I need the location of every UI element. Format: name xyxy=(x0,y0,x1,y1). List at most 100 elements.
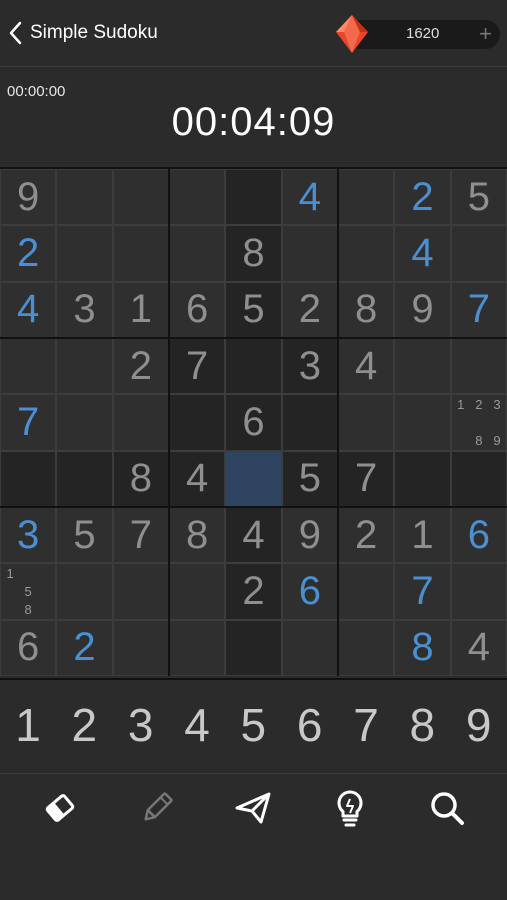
number-pad-3[interactable]: 3 xyxy=(113,698,169,752)
board-cell-r2c2[interactable] xyxy=(56,225,113,282)
board-cell-r6c7[interactable]: 7 xyxy=(338,450,395,507)
board-cell-r6c6[interactable]: 5 xyxy=(281,450,338,507)
board-cell-r3c4[interactable]: 6 xyxy=(169,281,226,338)
board-cell-r4c4[interactable]: 7 xyxy=(169,338,226,395)
board-cell-r1c2[interactable] xyxy=(56,169,113,226)
board-cell-r9c5[interactable] xyxy=(225,619,282,676)
board-cell-r9c4[interactable] xyxy=(169,619,226,676)
board-cell-r7c6[interactable]: 9 xyxy=(281,507,338,564)
board-cell-r6c9[interactable] xyxy=(450,450,507,507)
board-cell-r7c4[interactable]: 8 xyxy=(169,507,226,564)
cell-value: 9 xyxy=(17,174,40,219)
board-cell-r8c9[interactable] xyxy=(450,563,507,620)
number-pad-7[interactable]: 7 xyxy=(338,698,394,752)
board-cell-r9c6[interactable] xyxy=(281,619,338,676)
board-cell-r2c6[interactable] xyxy=(281,225,338,282)
board-cell-r6c3[interactable]: 8 xyxy=(112,450,169,507)
board-cell-r9c8[interactable]: 8 xyxy=(394,619,451,676)
number-pad-9[interactable]: 9 xyxy=(451,698,507,752)
number-pad-6[interactable]: 6 xyxy=(282,698,338,752)
board-cell-r8c2[interactable] xyxy=(56,563,113,620)
number-pad-8[interactable]: 8 xyxy=(394,698,450,752)
board-cell-r4c7[interactable]: 4 xyxy=(338,338,395,395)
number-pad-2[interactable]: 2 xyxy=(56,698,112,752)
board-cell-r3c2[interactable]: 3 xyxy=(56,281,113,338)
board-cell-r7c7[interactable]: 2 xyxy=(338,507,395,564)
number-pad-5[interactable]: 5 xyxy=(225,698,281,752)
board-cell-r9c9[interactable]: 4 xyxy=(450,619,507,676)
board-cell-r8c5[interactable]: 2 xyxy=(225,563,282,620)
board-cell-r1c5[interactable] xyxy=(225,169,282,226)
board-cell-r8c7[interactable] xyxy=(338,563,395,620)
board-cell-r9c3[interactable] xyxy=(112,619,169,676)
board-cell-r2c1[interactable]: 2 xyxy=(0,225,57,282)
board-cell-r3c5[interactable]: 5 xyxy=(225,281,282,338)
board-cell-r4c8[interactable] xyxy=(394,338,451,395)
board-cell-r2c5[interactable]: 8 xyxy=(225,225,282,282)
board-cell-r7c3[interactable]: 7 xyxy=(112,507,169,564)
board-cell-r3c8[interactable]: 9 xyxy=(394,281,451,338)
board-cell-r8c1[interactable]: 15 8 xyxy=(0,563,57,620)
board-cell-r8c3[interactable] xyxy=(112,563,169,620)
search-icon[interactable] xyxy=(427,788,467,828)
board-cell-r4c6[interactable]: 3 xyxy=(281,338,338,395)
board-cell-r3c9[interactable]: 7 xyxy=(450,281,507,338)
board-cell-r5c6[interactable] xyxy=(281,394,338,451)
board-cell-r2c4[interactable] xyxy=(169,225,226,282)
board-cell-r8c6[interactable]: 6 xyxy=(281,563,338,620)
board-cell-r4c2[interactable] xyxy=(56,338,113,395)
note-mark xyxy=(1,601,19,619)
board-cell-r9c2[interactable]: 2 xyxy=(56,619,113,676)
board-cell-r1c7[interactable] xyxy=(338,169,395,226)
board-cell-r2c8[interactable]: 4 xyxy=(394,225,451,282)
board-cell-r4c9[interactable] xyxy=(450,338,507,395)
board-cell-r7c5[interactable]: 4 xyxy=(225,507,282,564)
board-cell-r6c2[interactable] xyxy=(56,450,113,507)
board-cell-r4c5[interactable] xyxy=(225,338,282,395)
board-cell-r1c4[interactable] xyxy=(169,169,226,226)
board-cell-r2c3[interactable] xyxy=(112,225,169,282)
board-cell-r6c5[interactable] xyxy=(225,450,282,507)
board-cell-r4c3[interactable]: 2 xyxy=(112,338,169,395)
board-cell-r1c3[interactable] xyxy=(112,169,169,226)
board-cell-r7c9[interactable]: 6 xyxy=(450,507,507,564)
number-pad-1[interactable]: 1 xyxy=(0,698,56,752)
board-cell-r3c3[interactable]: 1 xyxy=(112,281,169,338)
board-cell-r5c2[interactable] xyxy=(56,394,113,451)
board-cell-r5c7[interactable] xyxy=(338,394,395,451)
coin-balance[interactable]: 1620 + xyxy=(346,20,500,49)
board-cell-r2c9[interactable] xyxy=(450,225,507,282)
board-cell-r5c8[interactable] xyxy=(394,394,451,451)
board-cell-r5c3[interactable] xyxy=(112,394,169,451)
board-cell-r1c6[interactable]: 4 xyxy=(281,169,338,226)
add-coins-button[interactable]: + xyxy=(479,21,492,47)
pencil-icon[interactable] xyxy=(137,788,177,828)
hint-bulb-icon[interactable] xyxy=(330,788,370,828)
board-cell-r9c7[interactable] xyxy=(338,619,395,676)
board-cell-r6c1[interactable] xyxy=(0,450,57,507)
board-cell-r3c6[interactable]: 2 xyxy=(281,281,338,338)
eraser-icon[interactable] xyxy=(40,788,80,828)
board-cell-r3c7[interactable]: 8 xyxy=(338,281,395,338)
board-cell-r6c8[interactable] xyxy=(394,450,451,507)
board-cell-r7c2[interactable]: 5 xyxy=(56,507,113,564)
number-pad-4[interactable]: 4 xyxy=(169,698,225,752)
board-cell-r1c1[interactable]: 9 xyxy=(0,169,57,226)
board-cell-r4c1[interactable] xyxy=(0,338,57,395)
board-cell-r7c8[interactable]: 1 xyxy=(394,507,451,564)
board-cell-r5c9[interactable]: 123 89 xyxy=(450,394,507,451)
board-cell-r1c8[interactable]: 2 xyxy=(394,169,451,226)
board-cell-r5c4[interactable] xyxy=(169,394,226,451)
board-cell-r1c9[interactable]: 5 xyxy=(450,169,507,226)
board-cell-r8c8[interactable]: 7 xyxy=(394,563,451,620)
board-cell-r2c7[interactable] xyxy=(338,225,395,282)
board-cell-r7c1[interactable]: 3 xyxy=(0,507,57,564)
board-cell-r5c5[interactable]: 6 xyxy=(225,394,282,451)
send-icon[interactable] xyxy=(233,788,273,828)
board-cell-r9c1[interactable]: 6 xyxy=(0,619,57,676)
back-chevron-icon[interactable] xyxy=(4,18,26,48)
board-cell-r6c4[interactable]: 4 xyxy=(169,450,226,507)
board-cell-r8c4[interactable] xyxy=(169,563,226,620)
board-cell-r5c1[interactable]: 7 xyxy=(0,394,57,451)
board-cell-r3c1[interactable]: 4 xyxy=(0,281,57,338)
